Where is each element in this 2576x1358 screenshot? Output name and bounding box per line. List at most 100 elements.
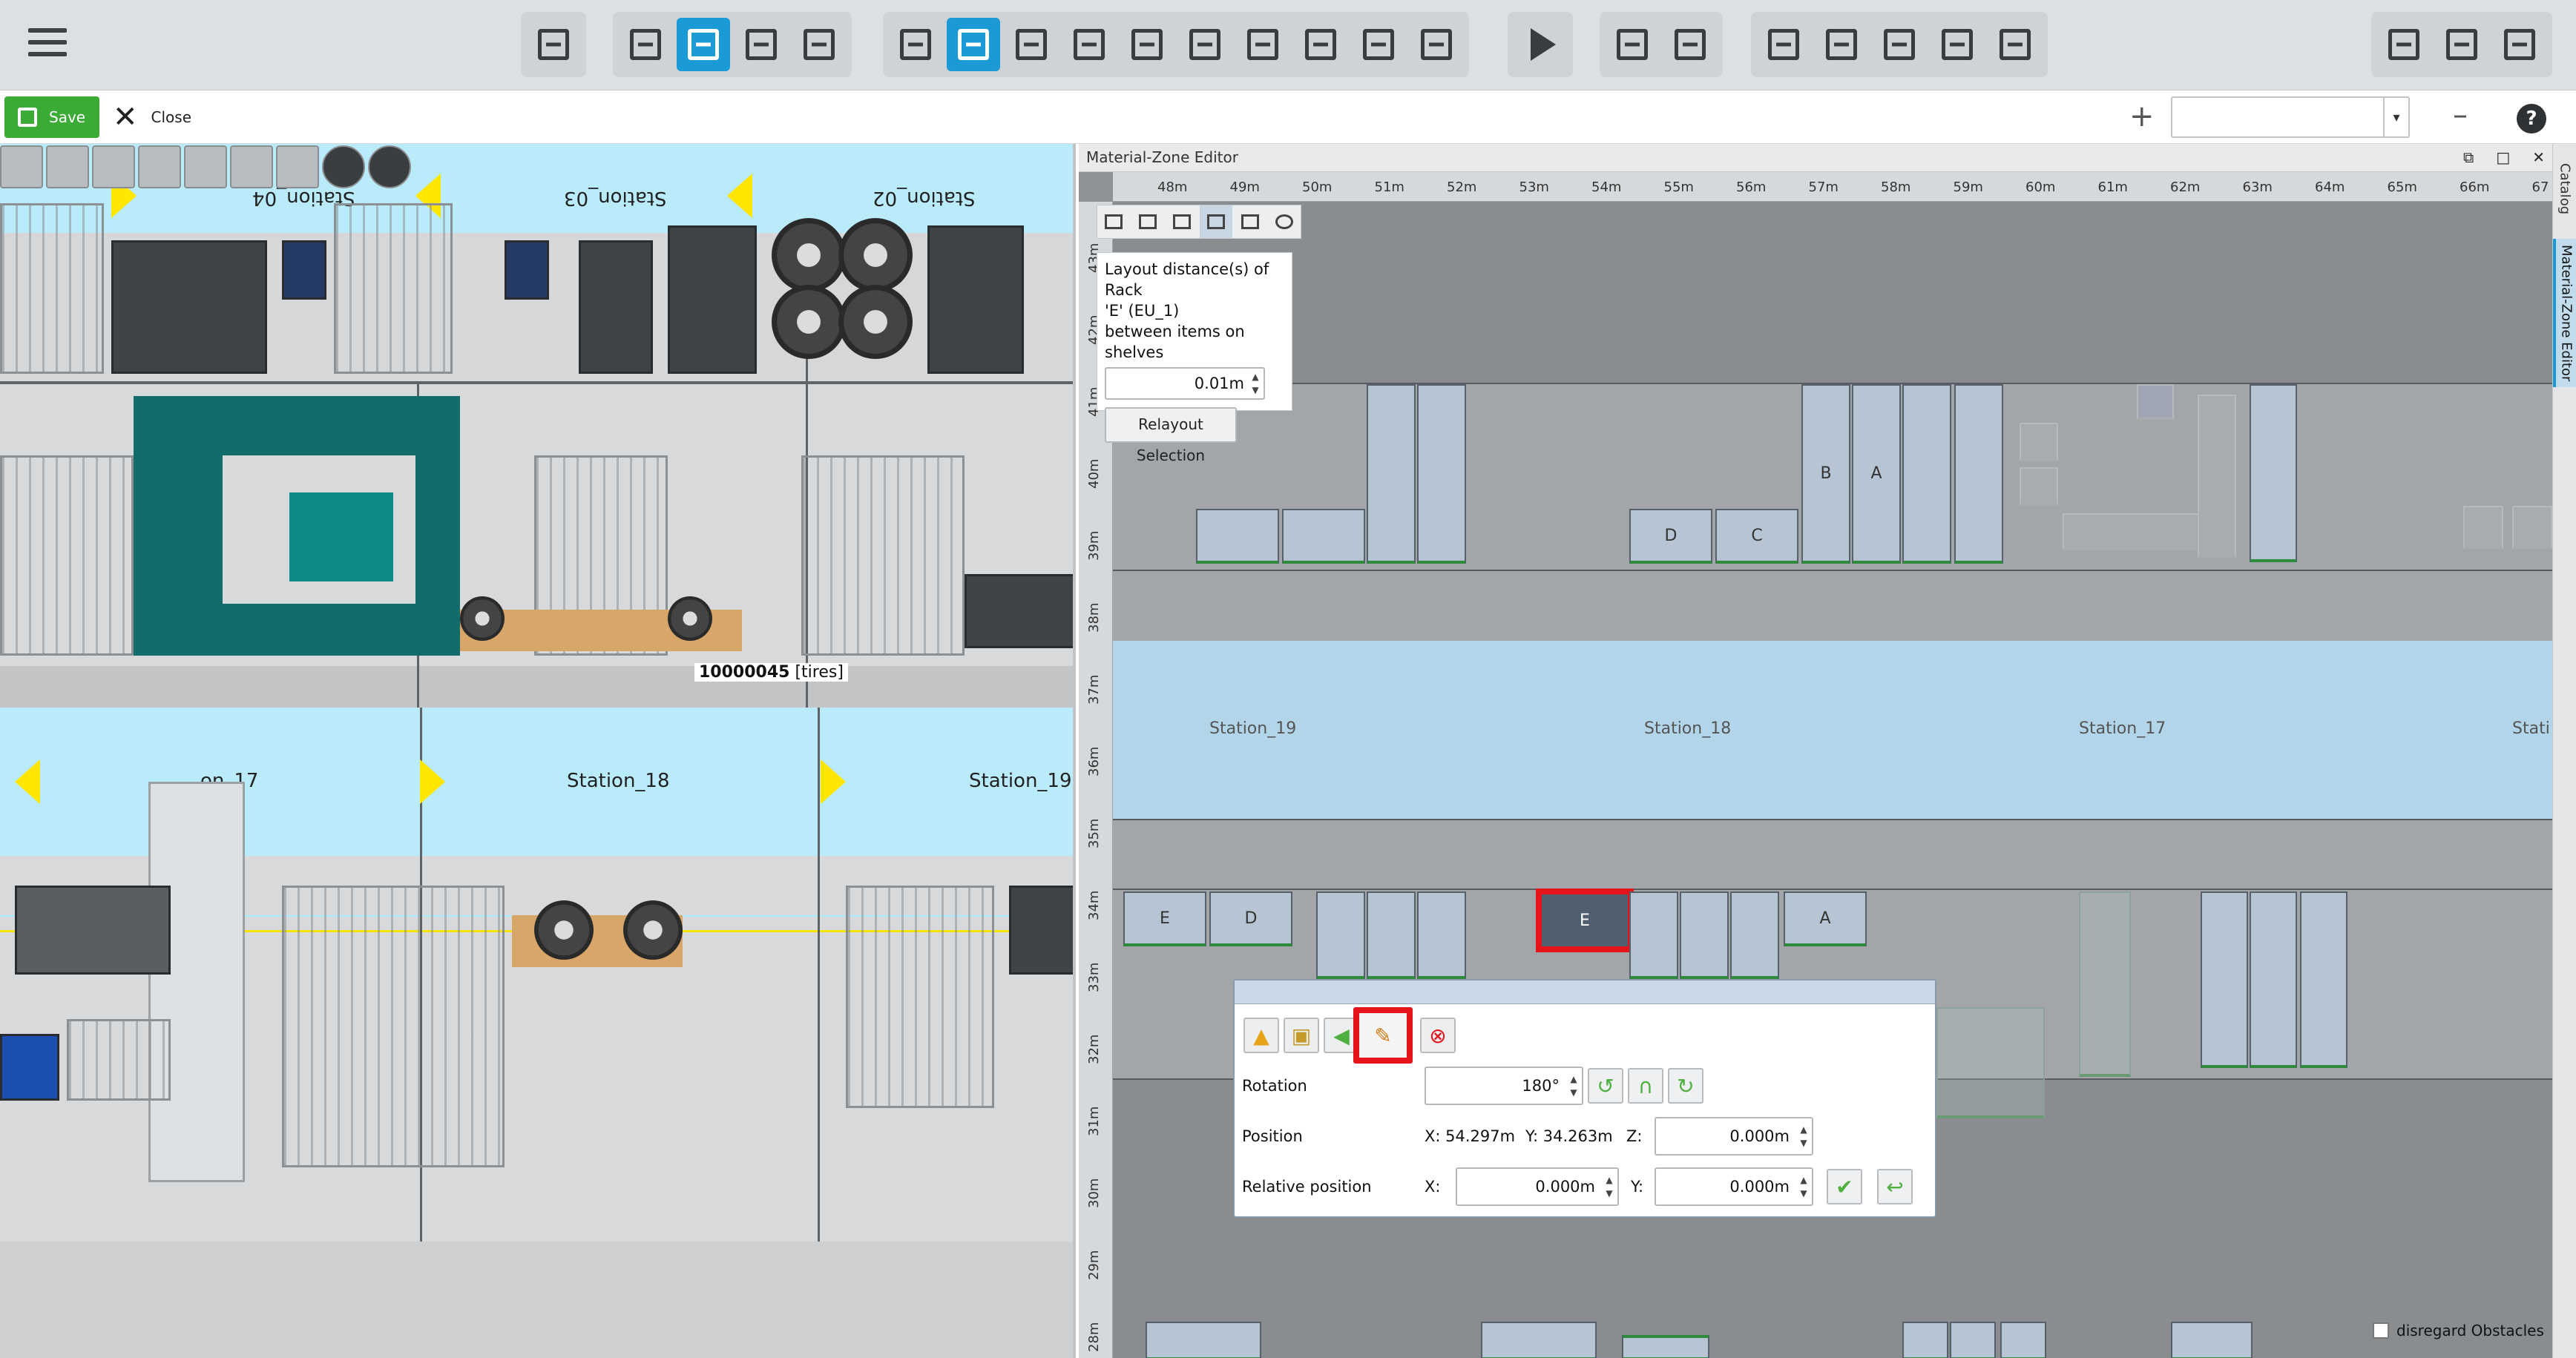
rack-edit-icon[interactable] [1234, 205, 1266, 238]
close-icon[interactable]: ✕ [2532, 148, 2545, 166]
rack[interactable] [2000, 1322, 2046, 1358]
tab-material-zone-editor[interactable]: Material-Zone Editor [2553, 239, 2576, 387]
rack[interactable] [1282, 509, 1365, 564]
rack[interactable] [2171, 1322, 2253, 1358]
rack-b-upper[interactable]: B [1801, 384, 1850, 564]
table-icon[interactable] [1236, 18, 1289, 71]
rack[interactable] [1730, 891, 1779, 979]
rack-3d[interactable] [0, 203, 104, 374]
station-edit-icon[interactable] [1200, 205, 1232, 238]
hierarchy-icon[interactable] [2493, 18, 2546, 71]
rack-faded[interactable] [2137, 384, 2174, 420]
bin-3d[interactable] [0, 1034, 59, 1101]
rack[interactable] [1367, 891, 1416, 979]
trolley-3d[interactable] [927, 225, 1024, 374]
close-button[interactable]: ✕ Close [113, 96, 191, 138]
trolley-3d[interactable] [579, 240, 653, 374]
shelf-view-icon[interactable] [230, 145, 273, 188]
rack[interactable] [1954, 384, 2003, 564]
trolley-3d[interactable] [111, 240, 267, 374]
tire[interactable] [534, 900, 594, 960]
rotate-right-icon[interactable]: ↻ [1668, 1068, 1703, 1104]
edit-table-icon[interactable] [1294, 18, 1347, 71]
network-icon[interactable] [1757, 18, 1810, 71]
rack[interactable] [1902, 384, 1951, 564]
apply-check-icon[interactable]: ✔ [1827, 1169, 1862, 1204]
tire-stack[interactable] [838, 218, 913, 292]
delete-icon[interactable]: ⊗ [1420, 1018, 1456, 1053]
tab-catalog[interactable]: Catalog [2553, 148, 2576, 230]
popup-header[interactable] [1235, 980, 1935, 1004]
tire[interactable] [623, 900, 683, 960]
rotate-180-icon[interactable]: ∩ [1628, 1068, 1663, 1104]
tire[interactable] [668, 596, 712, 641]
layers-icon[interactable] [1131, 205, 1164, 238]
rack-3d[interactable] [846, 886, 994, 1108]
cabinet-3d[interactable] [282, 240, 326, 300]
shelf-view-2-icon[interactable] [276, 145, 319, 188]
edit-icon[interactable]: ✎ [1353, 1007, 1413, 1064]
spinner-icon[interactable]: ▲ ▼ [1249, 370, 1262, 397]
tire-stack[interactable] [772, 285, 846, 359]
rack[interactable] [1316, 891, 1365, 979]
rack[interactable] [2300, 891, 2347, 1068]
float-icon[interactable]: ⧉ [2463, 148, 2474, 166]
trolley-3d[interactable] [668, 225, 757, 374]
rack-3d[interactable] [282, 886, 505, 1167]
play-icon[interactable] [1514, 18, 1567, 71]
rack-faded[interactable] [2020, 467, 2058, 506]
rel-x-input[interactable]: 0.000m ▲ ▼ [1456, 1167, 1619, 1206]
folder-open-icon[interactable] [619, 18, 672, 71]
spinner-icon[interactable]: ▲ ▼ [1797, 1123, 1810, 1150]
rack[interactable] [2250, 891, 2297, 1068]
rack-ghost[interactable] [2079, 891, 2131, 1077]
rack-ghost[interactable] [1936, 1007, 2045, 1118]
cursor-mode-icon[interactable] [322, 145, 365, 188]
align-icon[interactable] [1352, 18, 1405, 71]
undo-icon[interactable]: ↩ [1877, 1169, 1913, 1204]
plugin-icon[interactable] [2377, 18, 2431, 71]
rack[interactable] [2201, 891, 2248, 1068]
rotate-mode-icon[interactable] [368, 145, 411, 188]
hamburger-icon[interactable] [28, 28, 67, 62]
rack[interactable] [1417, 384, 1466, 564]
checkbox-box[interactable] [2373, 1322, 2389, 1339]
scenario-select[interactable]: ▾ [2171, 96, 2410, 138]
rack[interactable] [1622, 1335, 1709, 1358]
material-tag[interactable]: 10000045 [tires] [694, 663, 848, 682]
sliders-icon[interactable] [2435, 18, 2488, 71]
rack-3d[interactable] [801, 455, 965, 656]
remove-icon[interactable]: – [2453, 98, 2468, 132]
rack-3d[interactable] [334, 203, 453, 374]
person-info-icon[interactable] [1988, 18, 2042, 71]
rack[interactable] [1629, 891, 1678, 979]
bookmark-icon[interactable] [1410, 18, 1463, 71]
add-icon[interactable]: + [2129, 99, 2155, 134]
rotate-left-icon[interactable]: ↺ [1588, 1068, 1623, 1104]
tire-stack[interactable] [772, 218, 846, 292]
seat-3d[interactable] [1009, 886, 1073, 975]
relayout-selection-button[interactable]: Relayout Selection [1105, 407, 1237, 464]
cursor-select-icon[interactable] [1606, 18, 1659, 71]
grid-shelf-icon[interactable] [1178, 18, 1232, 71]
rel-y-input[interactable]: 0.000m ▲ ▼ [1655, 1167, 1813, 1206]
rack-view-icon[interactable] [947, 18, 1000, 71]
clipboard-icon[interactable] [1815, 18, 1868, 71]
rack[interactable] [1950, 1322, 1996, 1358]
distance-input[interactable]: 0.01m ▲ ▼ [1105, 367, 1265, 400]
zoom-icon[interactable] [1268, 205, 1301, 238]
rack[interactable] [1902, 1322, 1948, 1358]
tire-stack[interactable] [838, 285, 913, 359]
rack-e-selected[interactable]: E [1536, 889, 1634, 952]
rack-faded[interactable] [2463, 506, 2503, 549]
rack-e-lower[interactable]: E [1123, 891, 1206, 946]
machine-3d[interactable] [289, 492, 393, 581]
chart-icon[interactable] [1873, 18, 1926, 71]
spinner-icon[interactable]: ▲ ▼ [1797, 1173, 1810, 1200]
rack[interactable] [1367, 384, 1416, 564]
grid-icon[interactable] [1097, 205, 1130, 238]
conveyor-3d[interactable] [148, 782, 245, 1182]
cart-3d[interactable] [67, 1019, 171, 1101]
group-icon[interactable] [1166, 205, 1198, 238]
person-floor-icon[interactable] [92, 145, 135, 188]
